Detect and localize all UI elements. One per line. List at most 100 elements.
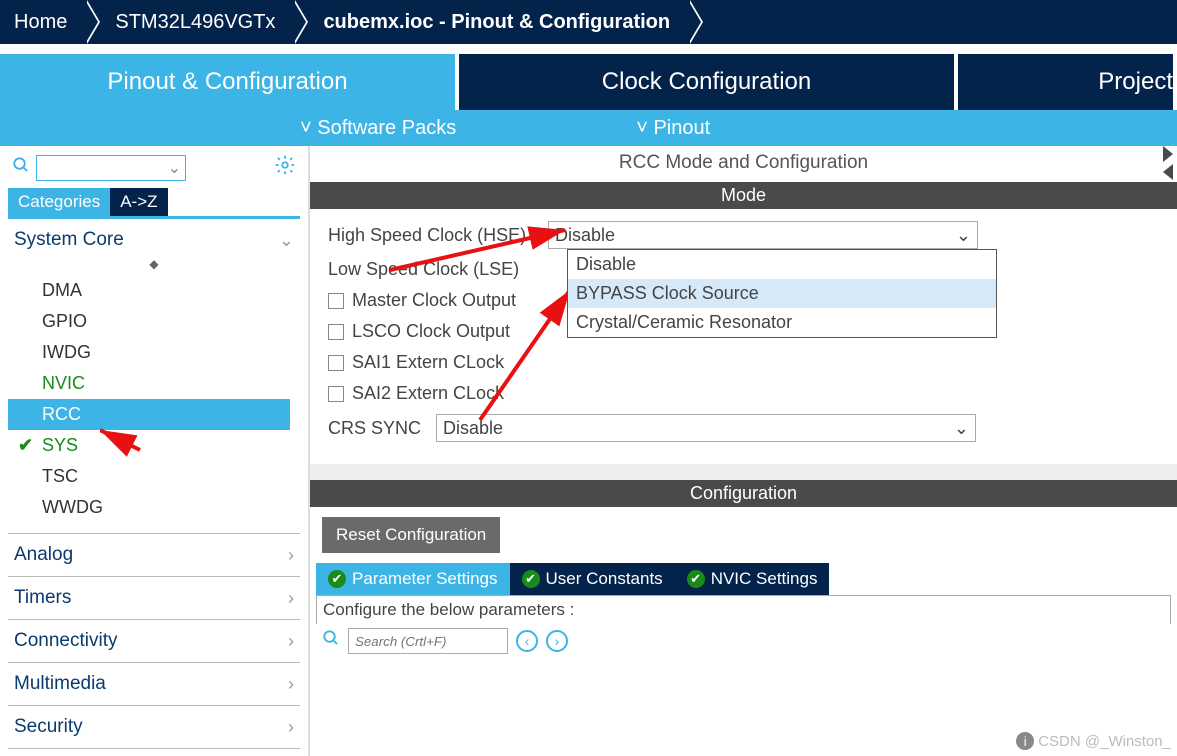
sort-icon[interactable]: ◆ (8, 257, 300, 271)
crumb-chip-label: STM32L496VGTx (115, 11, 275, 34)
group-multimedia[interactable]: Multimedia› (8, 663, 300, 705)
hse-option-disable[interactable]: Disable (568, 250, 996, 279)
periph-tsc[interactable]: TSC (8, 461, 300, 492)
next-match-button[interactable]: › (546, 630, 568, 652)
chevron-down-icon: ⌄ (954, 418, 969, 439)
group-label: Security (14, 716, 83, 738)
tab-label: User Constants (546, 569, 663, 589)
software-packs-menu[interactable]: ˅ Software Packs (300, 117, 456, 140)
panel-title: RCC Mode and Configuration (310, 146, 1177, 182)
splitter[interactable] (310, 464, 1177, 480)
periph-label: SYS (42, 435, 78, 455)
periph-sys[interactable]: ✔ SYS (8, 430, 300, 461)
tab-nvic-settings[interactable]: ✔NVIC Settings (675, 563, 830, 595)
tab-a-to-z[interactable]: A->Z (110, 188, 167, 216)
crs-label: CRS SYNC (328, 418, 436, 439)
crumb-home[interactable]: Home (0, 0, 85, 44)
option-label: BYPASS Clock Source (576, 283, 759, 303)
config-pane: RCC Mode and Configuration Mode High Spe… (310, 146, 1177, 756)
periph-label: DMA (42, 280, 82, 300)
periph-label: IWDG (42, 342, 91, 362)
pinout-menu[interactable]: ˅ Pinout (636, 117, 710, 140)
mode-section-header: Mode (310, 182, 1177, 209)
group-security[interactable]: Security › (8, 706, 300, 748)
tab-categories[interactable]: Categories (8, 188, 110, 216)
lsco-label: LSCO Clock Output (352, 321, 510, 342)
expand-right-icon (1163, 164, 1173, 180)
sub-bar: ˅ Software Packs ˅ Pinout (0, 110, 1177, 146)
periph-nvic[interactable]: NVIC (8, 368, 300, 399)
breadcrumb: Home STM32L496VGTx cubemx.ioc - Pinout &… (0, 0, 1177, 44)
option-label: Disable (576, 254, 636, 274)
crumb-file[interactable]: cubemx.ioc - Pinout & Configuration (293, 0, 688, 44)
tab-label: NVIC Settings (711, 569, 818, 589)
sai1-checkbox[interactable] (328, 355, 344, 371)
peripheral-search-combo[interactable]: ⌄ (36, 155, 186, 181)
periph-wwdg[interactable]: WWDG (8, 492, 300, 523)
search-icon (12, 156, 30, 180)
tab-clock-config[interactable]: Clock Configuration (459, 54, 954, 110)
tab-parameter-settings[interactable]: ✔ Parameter Settings (316, 563, 510, 595)
mco-checkbox[interactable] (328, 293, 344, 309)
lse-label: Low Speed Clock (LSE) (328, 259, 548, 280)
group-connectivity[interactable]: Connectivity› (8, 620, 300, 662)
group-label: Timers (14, 587, 71, 609)
gear-icon[interactable] (274, 154, 296, 182)
hse-option-crystal[interactable]: Crystal/Ceramic Resonator (568, 308, 996, 337)
tab-user-constants[interactable]: ✔ User Constants (510, 563, 675, 595)
pinout-menu-label: Pinout (653, 117, 710, 139)
periph-label: GPIO (42, 311, 87, 331)
periph-iwdg[interactable]: IWDG (8, 337, 300, 368)
crs-value: Disable (443, 418, 503, 439)
check-circle-icon: ✔ (328, 570, 346, 588)
hse-option-bypass[interactable]: BYPASS Clock Source (568, 279, 996, 308)
chevron-right-icon: › (288, 631, 294, 652)
tab-az-label: A->Z (120, 192, 157, 211)
expand-left-icon (1163, 146, 1173, 162)
group-system-core[interactable]: System Core ⌄ (8, 219, 300, 261)
param-search-input[interactable] (348, 628, 508, 654)
periph-label: WWDG (42, 497, 103, 517)
tab-project-manager[interactable]: Project (958, 54, 1173, 110)
group-label: Multimedia (14, 673, 106, 695)
periph-rcc[interactable]: RCC (8, 399, 290, 430)
group-system-core-label: System Core (14, 229, 124, 251)
peripheral-tree-pane: ⌄ Categories A->Z System Core ⌄ ◆ DMA GP… (0, 146, 310, 756)
tab-pinout-config[interactable]: Pinout & Configuration (0, 54, 455, 110)
chevron-right-icon: › (288, 545, 294, 566)
periph-label: TSC (42, 466, 78, 486)
pane-expander[interactable] (1163, 146, 1177, 180)
sai1-label: SAI1 Extern CLock (352, 352, 504, 373)
periph-dma[interactable]: DMA (8, 275, 300, 306)
tab-label: Parameter Settings (352, 569, 498, 589)
prev-match-button[interactable]: ‹ (516, 630, 538, 652)
hse-label: High Speed Clock (HSE) (328, 225, 548, 246)
periph-gpio[interactable]: GPIO (8, 306, 300, 337)
software-packs-label: Software Packs (317, 117, 456, 139)
mco-label: Master Clock Output (352, 290, 516, 311)
hse-value: Disable (555, 225, 615, 246)
chevron-right-icon: › (288, 717, 294, 738)
crumb-file-label: cubemx.ioc - Pinout & Configuration (323, 11, 670, 34)
config-section-header: Configuration (310, 480, 1177, 507)
check-icon: ✔ (18, 435, 33, 456)
crs-select[interactable]: Disable ⌄ (436, 414, 976, 442)
hse-select[interactable]: Disable ⌄ (548, 221, 978, 249)
crumb-chip[interactable]: STM32L496VGTx (85, 0, 293, 44)
sai2-label: SAI2 Extern CLock (352, 383, 504, 404)
periph-label: NVIC (42, 373, 85, 393)
tab-clock-label: Clock Configuration (602, 68, 811, 96)
reset-configuration-button[interactable]: Reset Configuration (322, 517, 500, 553)
check-circle-icon: ✔ (522, 570, 540, 588)
tab-project-label: Project (1098, 68, 1173, 96)
sai2-checkbox[interactable] (328, 386, 344, 402)
hse-dropdown: Disable BYPASS Clock Source Crystal/Cera… (567, 249, 997, 338)
group-timers[interactable]: Timers › (8, 577, 300, 619)
chevron-right-icon: › (288, 588, 294, 609)
lsco-checkbox[interactable] (328, 324, 344, 340)
tab-pinout-label: Pinout & Configuration (107, 68, 347, 96)
group-analog[interactable]: Analog› (8, 534, 300, 576)
top-tabs: Pinout & Configuration Clock Configurati… (0, 54, 1177, 110)
param-prompt: Configure the below parameters : (316, 595, 1171, 624)
search-icon (322, 629, 340, 653)
